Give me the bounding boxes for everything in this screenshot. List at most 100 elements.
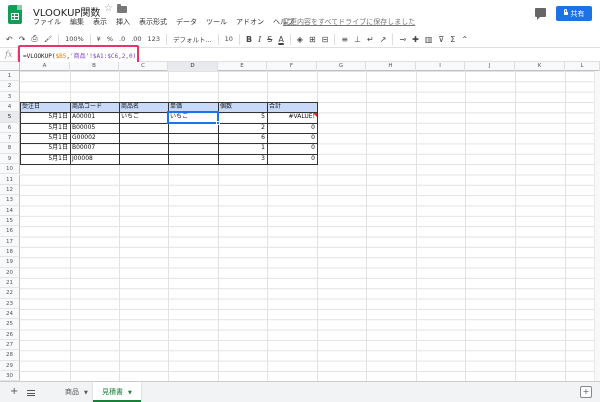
row-header[interactable]: 12 <box>0 184 20 196</box>
row-header[interactable]: 9 <box>0 153 20 165</box>
column-header-b[interactable]: B <box>70 62 119 71</box>
comments-icon[interactable] <box>535 8 546 20</box>
table-header-cell[interactable]: 個数 <box>218 102 267 113</box>
column-header-d[interactable]: D <box>168 62 218 71</box>
table-cell[interactable]: 0 <box>267 154 317 164</box>
redo-icon[interactable]: ↷ <box>19 33 26 45</box>
row-header[interactable]: 26 <box>0 329 20 341</box>
table-cell[interactable] <box>119 133 168 143</box>
table-cell[interactable]: J00008 <box>70 154 119 164</box>
row-header[interactable]: 15 <box>0 215 20 227</box>
more-formats-button[interactable]: 123 <box>148 33 160 45</box>
paint-format-icon[interactable]: 🖌 <box>44 33 52 45</box>
column-header-l[interactable]: L <box>565 62 600 71</box>
row-header[interactable]: 4 <box>0 102 20 113</box>
share-button[interactable]: 共有 <box>556 6 592 21</box>
table-cell[interactable] <box>168 123 218 133</box>
table-cell[interactable]: 2 <box>218 123 267 133</box>
sheet-tab-estimate[interactable]: 見積書 ▼ <box>93 382 141 402</box>
row-header[interactable]: 1 <box>0 71 20 82</box>
menu-data[interactable]: データ <box>176 17 197 27</box>
insert-link-icon[interactable]: ⊸ <box>399 33 406 45</box>
collapse-menu-icon[interactable]: ⌃ <box>461 33 468 45</box>
menu-insert[interactable]: 挿入 <box>116 17 130 27</box>
table-header-cell[interactable]: 受注日 <box>20 102 70 113</box>
table-cell[interactable]: 5月1日 <box>20 123 70 133</box>
add-sheet-icon[interactable]: + <box>10 386 18 397</box>
row-header[interactable]: 11 <box>0 174 20 185</box>
table-cell[interactable]: 0 <box>267 143 317 153</box>
chevron-down-icon[interactable]: ▼ <box>84 390 88 396</box>
undo-icon[interactable]: ↶ <box>6 33 13 45</box>
column-header-h[interactable]: H <box>366 62 416 71</box>
row-header[interactable]: 6 <box>0 122 20 134</box>
table-cell[interactable] <box>119 143 168 153</box>
menu-view[interactable]: 表示 <box>93 17 107 27</box>
row-header[interactable]: 19 <box>0 257 20 268</box>
explore-icon[interactable]: + <box>580 386 592 398</box>
table-cell[interactable]: B00005 <box>70 123 119 133</box>
print-icon[interactable]: ⎙ <box>31 33 37 45</box>
column-header-j[interactable]: J <box>465 62 515 71</box>
row-header[interactable]: 13 <box>0 195 20 206</box>
chevron-down-icon[interactable]: ▼ <box>128 390 132 396</box>
column-header-k[interactable]: K <box>515 62 565 71</box>
row-header[interactable]: 3 <box>0 91 20 103</box>
table-cell[interactable]: 1 <box>218 143 267 153</box>
table-cell[interactable]: 5月1日 <box>20 143 70 153</box>
menu-edit[interactable]: 編集 <box>70 17 84 27</box>
table-cell[interactable] <box>168 143 218 153</box>
table-cell[interactable] <box>119 154 168 164</box>
table-cell[interactable]: いちご <box>119 112 168 122</box>
row-header[interactable]: 18 <box>0 246 20 258</box>
table-cell[interactable]: B00007 <box>70 143 119 153</box>
table-header-cell[interactable]: 合計 <box>267 102 317 113</box>
row-header[interactable]: 2 <box>0 81 20 92</box>
table-header-cell[interactable]: 商品名 <box>119 102 168 113</box>
table-cell[interactable]: A00001 <box>70 112 119 122</box>
column-header-e[interactable]: E <box>218 62 267 71</box>
fill-handle[interactable] <box>216 120 220 125</box>
merge-cells-icon[interactable]: ⊟ <box>322 33 329 45</box>
table-cell[interactable] <box>168 133 218 143</box>
all-sheets-icon[interactable] <box>27 390 35 396</box>
row-header[interactable]: 25 <box>0 319 20 330</box>
bold-button[interactable]: B <box>246 33 252 45</box>
sheets-logo-icon[interactable] <box>8 5 22 24</box>
borders-icon[interactable]: ⊞ <box>309 33 316 45</box>
table-cell[interactable]: 5月1日 <box>20 154 70 164</box>
row-header[interactable]: 5 <box>0 112 20 123</box>
increase-decimal-button[interactable]: .00 <box>131 33 141 45</box>
insert-chart-icon[interactable]: ▥ <box>425 33 433 45</box>
horizontal-align-icon[interactable]: ≡ <box>341 33 348 45</box>
menu-file[interactable]: ファイル <box>33 17 61 27</box>
column-header-i[interactable]: I <box>416 62 465 71</box>
table-header-cell[interactable]: 商品コード <box>70 102 119 113</box>
row-header[interactable]: 27 <box>0 340 20 351</box>
filter-icon[interactable]: ⊽ <box>438 33 444 45</box>
table-cell[interactable]: 3 <box>218 154 267 164</box>
row-header[interactable]: 21 <box>0 278 20 289</box>
italic-button[interactable]: I <box>258 33 261 45</box>
column-header-c[interactable]: C <box>119 62 168 71</box>
save-status-link[interactable]: 変更内容をすべてドライブに保存しました <box>283 17 415 27</box>
zoom-select[interactable]: 100% <box>65 33 84 45</box>
font-size-select[interactable]: 10 <box>225 33 233 45</box>
vertical-scrollbar[interactable] <box>594 71 600 381</box>
sheet-tab-products[interactable]: 商品 ▼ <box>56 382 97 402</box>
functions-icon[interactable]: Σ <box>450 33 455 45</box>
menu-addons[interactable]: アドオン <box>236 17 264 27</box>
row-header[interactable]: 20 <box>0 267 20 278</box>
row-header[interactable]: 28 <box>0 350 20 361</box>
table-cell[interactable] <box>168 154 218 164</box>
table-cell[interactable]: 6 <box>218 133 267 143</box>
select-all-corner[interactable] <box>0 62 20 71</box>
column-header-g[interactable]: G <box>317 62 366 71</box>
row-header[interactable]: 10 <box>0 164 20 175</box>
star-icon[interactable]: ☆ <box>104 3 113 14</box>
table-cell[interactable]: #VALUE! <box>267 112 317 122</box>
row-header[interactable]: 22 <box>0 288 20 299</box>
row-header[interactable]: 30 <box>0 371 20 382</box>
table-cell[interactable]: 5月1日 <box>20 133 70 143</box>
table-cell[interactable]: 5月1日 <box>20 112 70 122</box>
